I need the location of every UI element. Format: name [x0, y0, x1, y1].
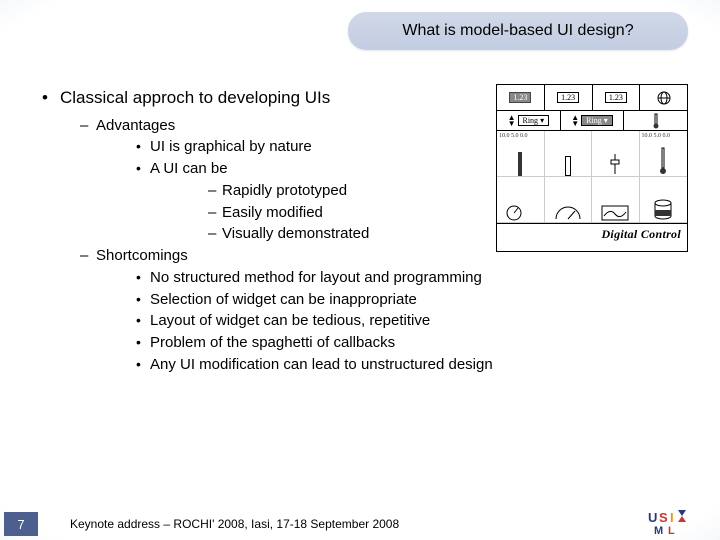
chevron-down-icon: ▾ [540, 116, 544, 125]
figure-chip-2: 1.23 [557, 92, 579, 103]
stepper-icon: ▲▼ [508, 115, 516, 127]
shortcomings-label: Shortcomings [96, 247, 188, 264]
footer-text: Keynote address – ROCHI' 2008, Iasi, 17-… [70, 517, 399, 531]
usixml-logo-icon: U S I M L [648, 508, 710, 536]
advantages-label: Advantages [96, 117, 175, 134]
figure-topbar: 1.23 1.23 1.23 [497, 85, 687, 111]
svg-text:S: S [659, 510, 668, 525]
gauge-bar [565, 156, 571, 176]
svg-text:M: M [654, 525, 663, 536]
gauge-bar [518, 152, 522, 176]
svg-text:I: I [670, 510, 674, 525]
svg-text:U: U [648, 510, 657, 525]
adv-item-2-text: A UI can be [150, 160, 228, 177]
tank-icon [651, 198, 675, 222]
slide-title-bar: What is model-based UI design? [348, 12, 688, 50]
chevron-down-icon: ▾ [604, 116, 608, 125]
ring-label-2: Ring [586, 116, 602, 125]
bullet-main-text: Classical approch to developing UIs [60, 88, 330, 107]
knob-icon [505, 204, 535, 222]
slide-footer: 7 Keynote address – ROCHI' 2008, Iasi, 1… [0, 508, 720, 540]
short-item-5: Any UI modification can lead to unstruct… [96, 354, 688, 376]
figure-ring-row: ▲▼ Ring▾ ▲▼ Ring▾ [497, 111, 687, 131]
figure-caption: Digital Control [497, 223, 687, 245]
svg-text:L: L [668, 525, 675, 536]
short-item-4: Problem of the spaghetti of callbacks [96, 332, 688, 354]
figure-digital-control: 1.23 1.23 1.23 ▲▼ Ring▾ ▲▼ Ring▾ 10.0 5.… [496, 84, 688, 252]
figure-chip-3: 1.23 [605, 92, 627, 103]
figure-chip-1: 1.23 [509, 92, 531, 103]
slide: What is model-based UI design? Classical… [0, 0, 720, 540]
short-item-2: Selection of widget can be inappropriate [96, 289, 688, 311]
figure-gauges: 10.0 5.0 0.0 10.0 5.0 0.0 [497, 131, 687, 223]
bullet-shortcomings: Shortcomings No structured method for la… [60, 245, 688, 376]
dial-icon [553, 204, 583, 222]
thermometer-icon [659, 146, 667, 176]
globe-icon [640, 85, 687, 110]
stepper-icon: ▲▼ [571, 115, 579, 127]
slide-title: What is model-based UI design? [402, 22, 633, 40]
slider-icon [605, 152, 625, 176]
chart-icon [600, 204, 630, 222]
page-number: 7 [4, 512, 38, 536]
short-item-3: Layout of widget can be tedious, repetit… [96, 310, 688, 332]
gauge-ticks: 10.0 5.0 0.0 [499, 133, 528, 139]
ring-label-1: Ring [523, 116, 539, 125]
gauge-ticks: 10.0 5.0 0.0 [642, 133, 671, 139]
thermometer-icon [624, 111, 687, 130]
short-item-1: No structured method for layout and prog… [96, 267, 688, 289]
